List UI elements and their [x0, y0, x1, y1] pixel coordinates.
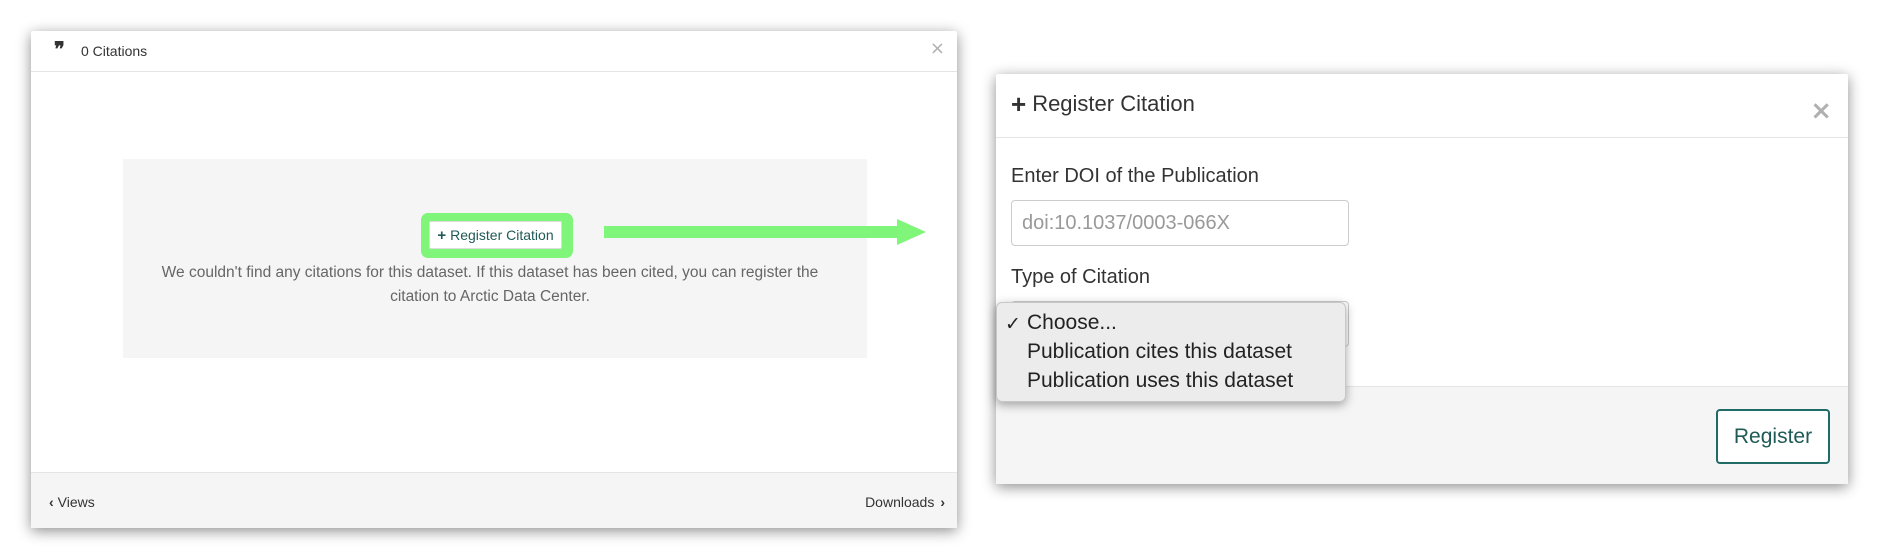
close-icon[interactable]: ×	[930, 40, 945, 58]
register-citation-modal: + Register Citation × Enter DOI of the P…	[996, 74, 1848, 484]
views-label: Views	[57, 494, 95, 510]
dropdown-option-uses[interactable]: Publication uses this dataset	[1027, 369, 1293, 393]
annotation-arrow-line	[604, 226, 908, 238]
register-citation-button[interactable]: + Register Citation	[429, 221, 562, 249]
checkmark-icon: ✓	[1005, 313, 1021, 335]
downloads-link[interactable]: Downloads ›	[865, 494, 945, 510]
empty-citations-panel	[123, 159, 867, 358]
no-citations-message: We couldn't find any citations for this …	[130, 261, 850, 309]
dropdown-option-choose[interactable]: Choose...	[1027, 311, 1117, 335]
downloads-label: Downloads	[865, 494, 935, 510]
citations-modal-footer: ‹ Views Downloads ›	[31, 472, 957, 528]
doi-input[interactable]	[1011, 200, 1349, 246]
no-citations-message-line-1: We couldn't find any citations for this …	[161, 264, 819, 281]
doi-label: Enter DOI of the Publication	[1011, 165, 1259, 187]
citations-title: 0 Citations	[81, 43, 148, 59]
close-icon[interactable]: ×	[1810, 98, 1832, 124]
register-citation-modal-header: + Register Citation ×	[996, 74, 1848, 138]
annotation-arrow-head	[897, 219, 926, 245]
plus-icon: +	[1011, 89, 1027, 119]
register-citation-modal-title: + Register Citation	[1011, 91, 1195, 117]
views-link[interactable]: ‹ Views	[49, 494, 95, 510]
citation-type-label: Type of Citation	[1011, 266, 1150, 288]
register-citation-title-text: Register Citation	[1032, 91, 1195, 116]
citations-modal-header: ❞ 0 Citations ×	[31, 31, 957, 72]
register-button[interactable]: Register	[1716, 409, 1830, 464]
register-citation-label: Register Citation	[450, 227, 554, 243]
no-citations-message-line-2: citation to Arctic Data Center.	[390, 288, 590, 305]
quote-icon: ❞	[54, 37, 65, 61]
citation-type-dropdown-menu: ✓ Choose... Publication cites this datas…	[996, 302, 1346, 402]
plus-icon: +	[437, 226, 447, 244]
chevron-right-icon: ›	[940, 494, 945, 510]
dropdown-option-cites[interactable]: Publication cites this dataset	[1027, 340, 1292, 364]
chevron-left-icon: ‹	[49, 494, 54, 510]
